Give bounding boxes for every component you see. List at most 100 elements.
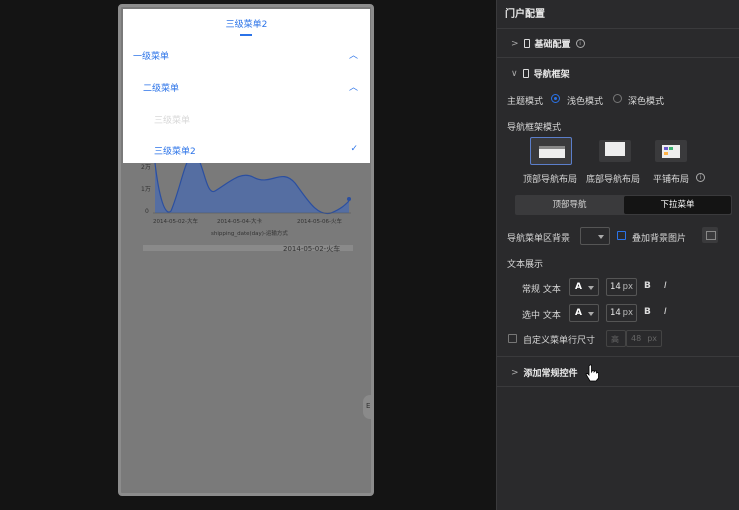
layout-tile-thumb[interactable]: [655, 140, 687, 162]
frame-mode-label: 导航框架模式: [507, 123, 562, 133]
divider: [497, 28, 739, 29]
custom-row-size-label[interactable]: 自定义菜单行尺寸: [523, 333, 595, 346]
height-value: 48: [631, 334, 642, 343]
mobile-icon: [523, 39, 530, 48]
x-axis-title: shipping_date(day)-运输方式: [211, 229, 288, 237]
info-icon[interactable]: i: [575, 39, 585, 48]
title-underline: [240, 34, 252, 36]
chevron-up-icon: ︿: [348, 51, 358, 61]
area-fill: [155, 154, 349, 214]
section-label: 基础配置: [534, 40, 571, 50]
normal-italic-toggle[interactable]: I: [664, 281, 667, 291]
height-input[interactable]: 48 px: [626, 330, 662, 347]
selected-font-color-select[interactable]: A: [569, 304, 599, 322]
menu-item-level1[interactable]: 一级菜单 ︿: [123, 45, 370, 65]
image-upload-icon[interactable]: [702, 227, 718, 243]
radio-dark[interactable]: [613, 94, 622, 103]
menu-item-level3[interactable]: 三级菜单: [123, 109, 370, 129]
config-panel: 门户配置 > 基础配置 i ∨ 导航框架 主题模式 浅色模式 深色模式 导航框架…: [496, 0, 739, 510]
dropdown-title[interactable]: 三级菜单2: [123, 17, 370, 30]
theme-light-label[interactable]: 浅色模式: [567, 94, 603, 107]
layout-bottom-nav-thumb[interactable]: [599, 140, 631, 162]
x-tick-0: 2014-05-02-大车: [153, 217, 198, 225]
size-value: 14: [610, 308, 621, 318]
caret-down-icon: [598, 235, 604, 239]
y-tick-1: 1万: [141, 186, 151, 193]
caret-down-icon: [588, 286, 594, 290]
layout-label-top: 顶部导航布局: [523, 175, 578, 185]
radio-light[interactable]: [551, 94, 560, 103]
divider: [497, 356, 739, 357]
layout-label-tile: 平铺布局: [653, 175, 690, 185]
custom-row-size-checkbox[interactable]: [508, 334, 517, 343]
overlay-bg-label[interactable]: 叠加背景图片: [632, 231, 686, 244]
x-tick-2: 2014-05-06-火车: [297, 217, 342, 225]
height-label-box: 高: [606, 330, 626, 347]
dropdown-menu: 三级菜单2 一级菜单 ︿ 二级菜单 ︿ 三级菜单 三级菜单2 ✓: [123, 9, 370, 163]
height-label: 高: [611, 335, 619, 344]
area-chart: 2万 1万 0 2014-05-02-大车 2014-05-04-大卡 2014…: [141, 154, 353, 253]
tile-dot: [664, 152, 668, 155]
mobile-icon: [522, 69, 529, 78]
check-icon: ✓: [350, 144, 358, 154]
side-handle[interactable]: E: [363, 395, 371, 419]
chevron-up-icon: ︿: [348, 83, 358, 93]
menu-item-label: 一级菜单: [133, 52, 170, 62]
normal-text-label: 常规 文本: [522, 285, 561, 295]
tile-dot: [669, 147, 673, 150]
font-color-letter: A: [575, 282, 582, 292]
menu-item-level3-selected[interactable]: 三级菜单2 ✓: [123, 140, 370, 160]
divider: [497, 57, 739, 58]
menu-item-label: 三级菜单: [154, 116, 191, 126]
selected-italic-toggle[interactable]: I: [664, 307, 667, 317]
menu-item-label: 三级菜单2: [154, 147, 196, 157]
size-value: 14: [610, 282, 621, 292]
menu-item-level2[interactable]: 二级菜单 ︿: [123, 77, 370, 97]
menu-bg-label: 导航菜单区背景: [507, 234, 571, 244]
y-tick-0: 0: [145, 208, 149, 215]
section-label: 添加常规控件: [523, 369, 578, 379]
hand-cursor-icon: [585, 364, 599, 382]
tile-dot: [664, 147, 668, 150]
chevron-right-icon: >: [511, 38, 519, 49]
layout-preview-bar: [539, 146, 565, 149]
theme-dark-label[interactable]: 深色模式: [628, 94, 664, 107]
info-icon[interactable]: i: [696, 173, 705, 182]
caret-down-icon: [588, 312, 594, 316]
phone-preview[interactable]: 2万 1万 0 2014-05-02-大车 2014-05-04-大卡 2014…: [118, 4, 374, 496]
selected-font-size-input[interactable]: 14 px: [606, 304, 637, 322]
height-unit: px: [647, 334, 657, 343]
layout-preview-icon: [605, 142, 625, 156]
layout-top-nav-thumb[interactable]: [530, 137, 572, 165]
seg-top-nav[interactable]: 顶部导航: [516, 196, 623, 214]
size-unit: px: [622, 282, 633, 292]
size-unit: px: [622, 308, 633, 318]
section-add-controls[interactable]: > 添加常规控件: [511, 366, 578, 380]
menu-bg-color-picker[interactable]: [580, 227, 610, 245]
chevron-right-icon: >: [511, 367, 519, 378]
menu-item-label: 二级菜单: [143, 84, 180, 94]
selected-bold-toggle[interactable]: B: [644, 307, 651, 317]
nav-mode-segmented: 顶部导航 下拉菜单: [515, 195, 732, 215]
normal-font-size-input[interactable]: 14 px: [606, 278, 637, 296]
text-display-label: 文本展示: [507, 260, 544, 270]
data-point: [347, 197, 351, 201]
seg-dropdown-menu[interactable]: 下拉菜单: [624, 196, 731, 214]
normal-font-color-select[interactable]: A: [569, 278, 599, 296]
y-tick-2: 2万: [141, 164, 151, 171]
x-tick-1: 2014-05-04-大卡: [217, 217, 262, 225]
canvas: 2万 1万 0 2014-05-02-大车 2014-05-04-大卡 2014…: [0, 0, 496, 510]
section-nav-frame[interactable]: ∨ 导航框架: [511, 67, 570, 81]
theme-mode-label: 主题模式: [507, 97, 544, 107]
panel-title: 门户配置: [505, 9, 545, 20]
chevron-down-icon: ∨: [511, 68, 518, 79]
slider-label: 2014-05-02-火车: [283, 244, 340, 253]
divider: [497, 386, 739, 387]
overlay-bg-checkbox[interactable]: [617, 231, 626, 240]
section-basic-config[interactable]: > 基础配置 i: [511, 37, 585, 50]
section-label: 导航框架: [533, 70, 570, 80]
selected-text-label: 选中 文本: [522, 311, 561, 321]
font-color-letter: A: [575, 308, 582, 318]
layout-label-bottom: 底部导航布局: [586, 175, 641, 185]
normal-bold-toggle[interactable]: B: [644, 281, 651, 291]
